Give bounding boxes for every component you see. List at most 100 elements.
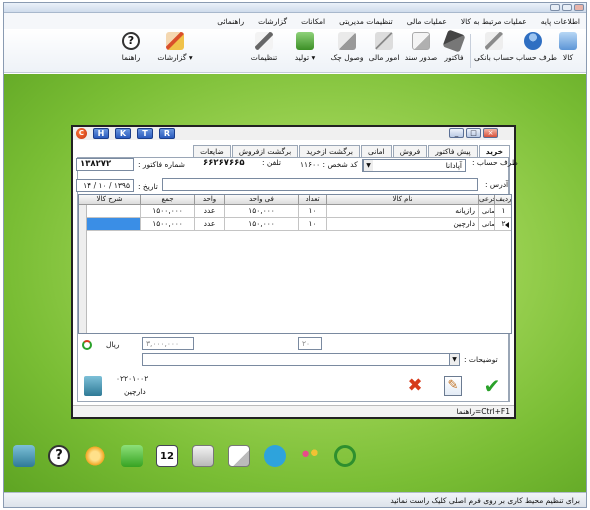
help-circle-icon[interactable]: ? [48,445,70,467]
menu-item-admin-settings[interactable]: تنظیمات مدیریتی [339,17,393,26]
window-close-button[interactable]: × [483,128,498,138]
ribbon-issue-voucher-button[interactable]: صدور سند [404,32,438,70]
window-footer: راهنما=Ctrl+F1 [73,405,514,417]
ribbon-goods-button[interactable]: کالا [552,32,584,70]
table-cell[interactable]: ۱۰ [299,218,327,231]
app-maximize-button[interactable] [562,4,572,11]
app-close-button[interactable] [574,4,584,11]
ribbon-production-button[interactable]: تولید ▾ [284,32,326,70]
menu-item-reports[interactable]: گزارشات [258,17,287,26]
ribbon-settings-button[interactable]: تنظیمات [246,32,282,70]
window-titlebar: C H K T R _ □ × [73,127,514,140]
menu-item-goods-ops[interactable]: عملیات مرتبط به کالا [461,17,527,26]
description-select[interactable]: ▼ [142,353,460,366]
hotkey-k-button[interactable]: K [115,128,131,139]
header-unit-price[interactable]: فی واحد [225,195,299,205]
address-field[interactable] [162,178,478,191]
calendar-day: 12 [160,451,174,462]
table-cell[interactable]: ۱۵۰۰,۰۰۰ [141,218,195,231]
ribbon-financial-button[interactable]: امور مالی [366,32,402,70]
notepad-icon[interactable] [228,445,250,467]
date-field[interactable]: ۱۳۹۵ / ۱۰ / ۱۴ [76,179,134,192]
party-label: طرف حساب : [472,158,518,167]
cancel-button[interactable]: ✖ [406,377,424,395]
invoice-number-field[interactable]: ۱۳۸۲۷۲ [76,158,134,171]
header-row[interactable]: ردیف [495,195,511,205]
calculator-icon[interactable] [192,445,214,467]
app-minimize-button[interactable] [550,4,560,11]
header-total[interactable]: جمع [141,195,195,205]
edit-button[interactable]: ✎ [444,376,462,396]
production-box-icon [296,32,314,50]
party-select[interactable]: آپادانا ▼ [362,159,466,172]
document-pen-icon [412,32,430,50]
tab-proforma[interactable]: پیش فاکتور [428,145,478,157]
items-grid[interactable]: شرح کالا جمع واحد فی واحد تعداد نام کالا… [78,194,512,334]
table-cell[interactable]: ۱۵۰,۰۰۰ [225,218,299,231]
table-cell[interactable]: رازیانه [327,205,479,218]
weather-icon[interactable] [84,445,106,467]
window-maximize-button[interactable]: □ [466,128,481,138]
window-minimize-button[interactable]: _ [449,128,464,138]
flowers-icon[interactable] [299,445,321,467]
total-quantity-field: ۲۰ [298,337,322,350]
table-cell[interactable]: ۱۰ [299,205,327,218]
ribbon-help-button[interactable]: ? راهنما [114,32,148,70]
header-unit[interactable]: واحد [195,195,225,205]
tab-purchase[interactable]: خرید [478,145,510,157]
ribbon-check-collect-button[interactable]: وصول چک [330,32,364,70]
table-cell[interactable] [79,205,141,218]
vertical-scrollbar[interactable] [79,205,87,333]
sync-icon[interactable] [334,445,356,467]
table-cell[interactable]: درمانی [479,205,495,218]
table-cell[interactable]: ۱ [495,205,511,218]
ribbon-bank-account-button[interactable]: حساب بانکی [474,32,514,70]
table-cell[interactable]: عدد [195,205,225,218]
menu-item-help[interactable]: راهنمائی [217,17,244,26]
hotkey-r-button[interactable]: R [159,128,175,139]
table-cell[interactable]: دارچین [327,218,479,231]
refresh-icon[interactable] [82,340,92,350]
tab-waste[interactable]: ضایعات [193,145,231,157]
menu-item-financial-ops[interactable]: عملیات مالی [407,17,447,26]
ribbon-party-button[interactable]: طرف حساب [516,32,557,70]
app-titlebar [4,3,586,13]
tab-consignment[interactable]: امانی [361,145,392,157]
table-cell[interactable]: ۱۵۰,۰۰۰ [225,205,299,218]
header-description[interactable]: شرح کالا [79,195,141,205]
menu-item-base-info[interactable]: اطلاعات پایه [541,17,580,26]
tab-purchase-return[interactable]: برگشت ازخرید [299,145,361,157]
exit-door-icon[interactable] [13,445,35,467]
menu-bar: اطلاعات پایه عملیات مرتبط به کالا عملیات… [4,13,586,29]
table-cell[interactable]: ۲ [495,218,511,231]
menu-item-features[interactable]: امکانات [301,17,325,26]
tab-sale[interactable]: فروش [392,145,428,157]
calendar-icon[interactable]: 12 [156,445,178,467]
tab-sale-return[interactable]: برگشت ازفروش [231,145,299,157]
dropdown-arrow-icon: ▾ [188,53,193,62]
phone-field[interactable]: ۶۶۲۶۷۶۶۵ [200,158,260,171]
date-label: تاریخ : [138,182,158,191]
phone-icon[interactable] [121,445,143,467]
table-cell[interactable]: درمانی [479,218,495,231]
help-icon: ? [122,32,140,50]
box-icon [559,32,577,50]
total-amount-field: ۳,۰۰۰,۰۰۰ [142,337,194,350]
hotkey-t-button[interactable]: T [137,128,153,139]
header-subgroup[interactable]: گروه فرعی [479,195,495,205]
description-label: توضیحات : [464,355,498,364]
person-code: کد شخص : ۱۱۶۰۰ [300,160,358,169]
customer-icon [84,376,102,396]
chevron-down-icon: ▼ [363,160,373,171]
table-cell-selected[interactable] [79,218,141,231]
telegram-icon[interactable] [264,445,286,467]
ribbon-invoice-button[interactable]: فاکتور [440,29,468,70]
customer-phone: ۰۲۲۰۱۰۰۲ [116,374,149,383]
table-cell[interactable]: ۱۵۰۰,۰۰۰ [141,205,195,218]
header-quantity[interactable]: تعداد [299,195,327,205]
table-cell[interactable]: عدد [195,218,225,231]
confirm-button[interactable]: ✔ [482,376,502,396]
hotkey-h-button[interactable]: H [93,128,109,139]
header-goods-name[interactable]: نام کالا [327,195,479,205]
ribbon-reports-button[interactable]: گزارشات ▾ [152,32,198,70]
